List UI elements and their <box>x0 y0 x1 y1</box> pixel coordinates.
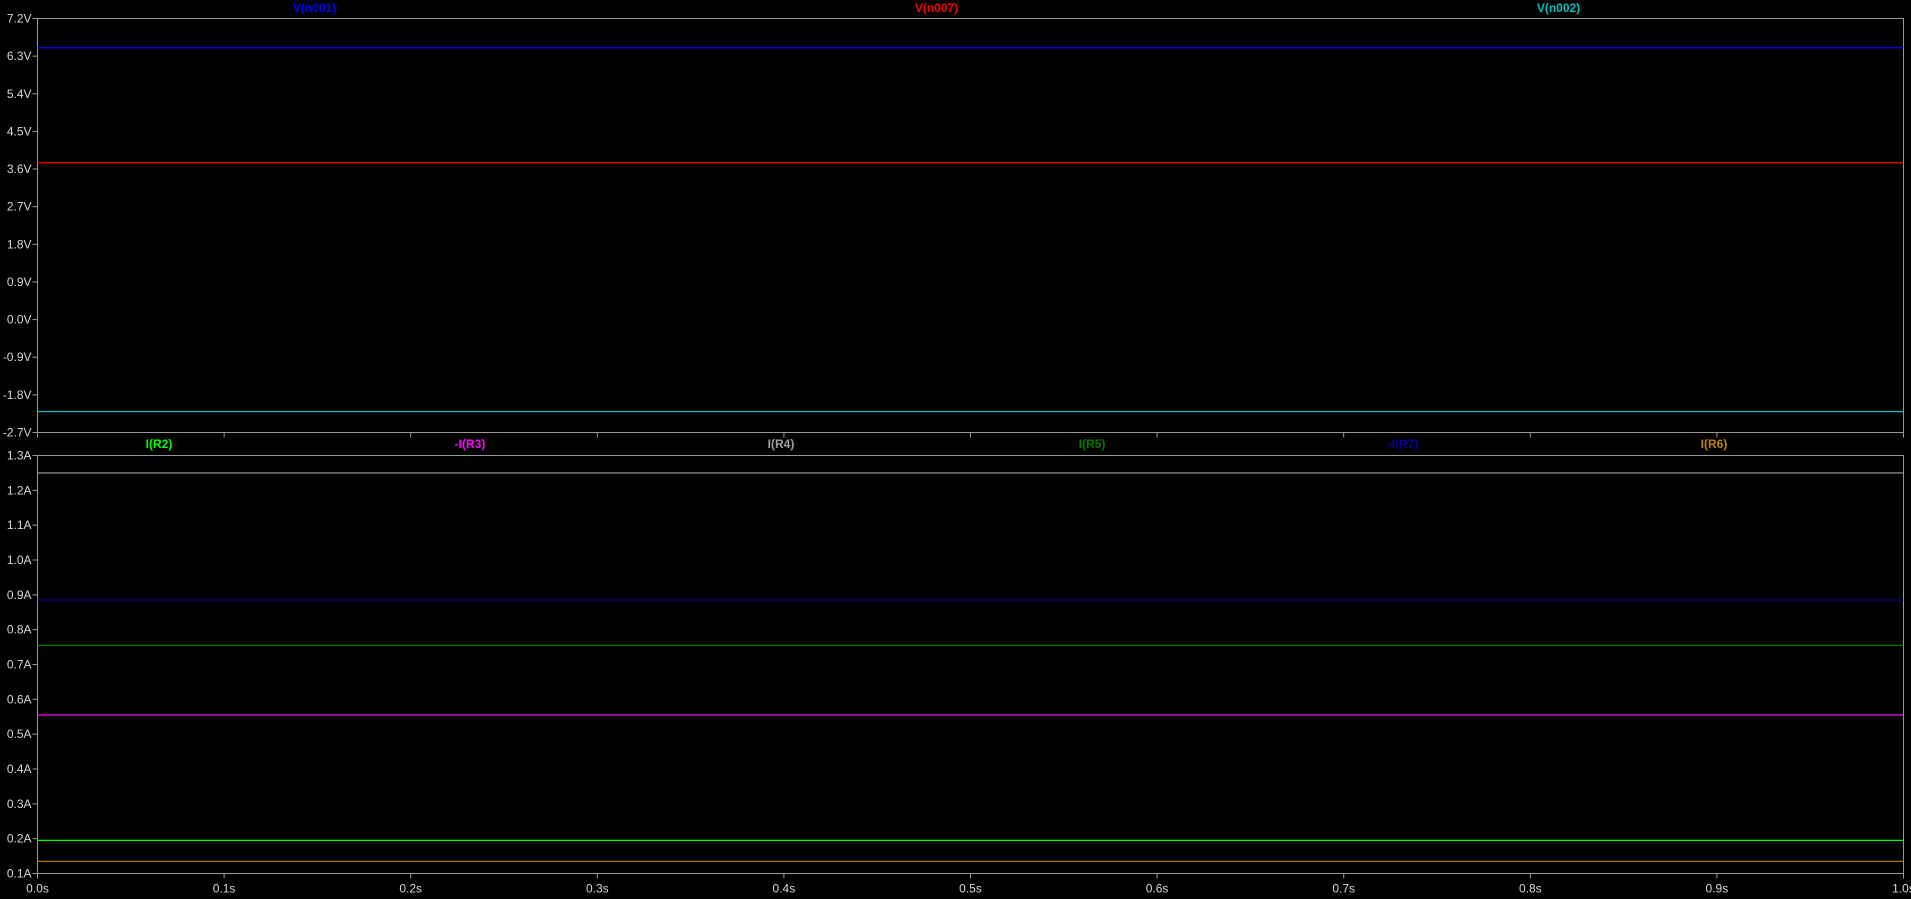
pane-2-y-tick-label: 1.1A <box>7 518 32 532</box>
pane-2-y-tick-label: 0.7A <box>7 658 32 672</box>
pane-2-y-tick-label: 0.3A <box>7 797 32 811</box>
pane-1-y-tick-label: -0.9V <box>3 350 32 364</box>
pane-1-y-tick-label: -1.8V <box>3 388 32 402</box>
pane-2-x-tick-label: 0.1s <box>213 882 236 896</box>
pane-1-y-tick-label: 5.4V <box>7 87 32 101</box>
pane-2-x-tick-label: 0.9s <box>1706 882 1729 896</box>
pane-2-frame[interactable] <box>37 455 1904 874</box>
pane-2-x-tick-label: 0.8s <box>1519 882 1542 896</box>
pane-2-x-tick-label: 0.7s <box>1332 882 1355 896</box>
legend-i-r7[interactable]: -I(R7) <box>1388 437 1419 451</box>
pane-2-x-tick-label: 1.0s <box>1892 882 1911 896</box>
pane-1-y-tick-label: 7.2V <box>7 12 32 26</box>
legend-v-n007[interactable]: V(n007) <box>915 1 958 15</box>
legend-v-n002[interactable]: V(n002) <box>1537 1 1580 15</box>
pane-2-x-tick-label: 0.3s <box>586 882 609 896</box>
pane-1-y-tick-label: 6.3V <box>7 49 32 63</box>
pane-2-y-tick-label: 0.5A <box>7 727 32 741</box>
pane-1-y-tick-label: 0.0V <box>7 313 32 327</box>
pane-2-y-tick-label: 0.9A <box>7 588 32 602</box>
pane-2-y-tick-label: 1.0A <box>7 553 32 567</box>
pane-1-y-tick-label: 3.6V <box>7 162 32 176</box>
pane-1-y-tick-label: 0.9V <box>7 275 32 289</box>
pane-2-y-tick-label: 0.1A <box>7 867 32 881</box>
pane-2-y-tick-label: 0.8A <box>7 623 32 637</box>
pane-1-y-tick-label: -2.7V <box>3 426 32 440</box>
pane-2-x-tick-label: 0.4s <box>773 882 796 896</box>
pane-2-y-tick-label: 1.2A <box>7 483 32 497</box>
pane-2-x-tick-label: 0.0s <box>26 882 49 896</box>
pane-2-y-tick-label: 0.6A <box>7 692 32 706</box>
legend-i-r2[interactable]: I(R2) <box>146 437 173 451</box>
pane-1-y-tick-label: 4.5V <box>7 124 32 138</box>
legend-i-r3[interactable]: -I(R3) <box>455 437 486 451</box>
legend-i-r6[interactable]: I(R6) <box>1701 437 1728 451</box>
legend-i-r4[interactable]: I(R4) <box>768 437 795 451</box>
pane-2-x-tick-label: 0.2s <box>399 882 422 896</box>
pane-2-y-tick-label: 0.2A <box>7 832 32 846</box>
pane-2-y-tick-label: 0.4A <box>7 762 32 776</box>
pane-2-x-tick-label: 0.6s <box>1146 882 1169 896</box>
legend-v-n001[interactable]: V(n001) <box>293 1 336 15</box>
pane-1-y-tick-label: 1.8V <box>7 237 32 251</box>
legend-i-r5[interactable]: I(R5) <box>1079 437 1106 451</box>
pane-1-frame[interactable] <box>37 18 1904 433</box>
pane-1-y-tick-label: 2.7V <box>7 200 32 214</box>
pane-2-y-tick-label: 1.3A <box>7 449 32 463</box>
waveform-viewer: 7.2V 6.3V 5.4V 4.5V 3.6V 2.7V 1.8V 0.9V 0.0V -0.9… <box>0 0 1911 899</box>
pane-2-x-tick-label: 0.5s <box>959 882 982 896</box>
